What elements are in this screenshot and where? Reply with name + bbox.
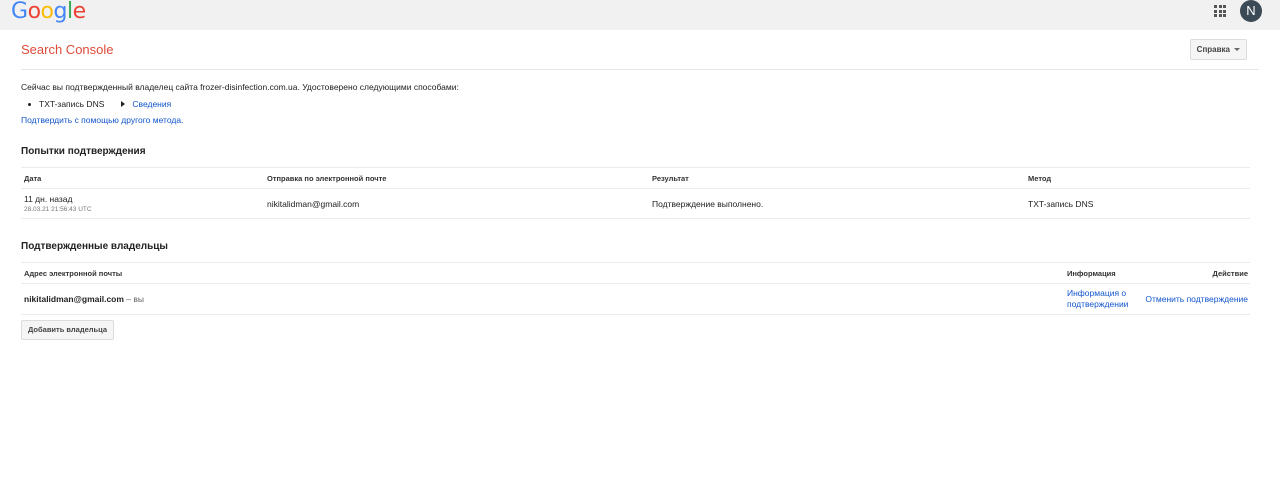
- alternate-method-link[interactable]: Подтвердить с помощью другого метода.: [21, 115, 1250, 125]
- owner-cell: nikitalidman@gmail.com – вы: [24, 294, 144, 304]
- help-button[interactable]: Справка: [1189, 39, 1247, 60]
- expand-triangle-icon[interactable]: [121, 101, 126, 107]
- column-info: Информация: [1067, 268, 1116, 278]
- column-date: Дата: [24, 173, 42, 183]
- owner-you-label: – вы: [123, 294, 144, 304]
- column-action: Действие: [1212, 268, 1248, 278]
- attempt-date-cell: 11 дн. назад 28.03.21 21:56:43 UTC: [24, 194, 92, 213]
- help-button-label: Справка: [1196, 45, 1230, 54]
- details-link[interactable]: Сведения: [132, 99, 171, 109]
- apps-grid-icon[interactable]: [1214, 5, 1226, 17]
- bullet-icon: [28, 102, 31, 106]
- revoke-verification-link[interactable]: Отменить подтверждение: [1145, 294, 1248, 304]
- owners-table: Адрес электронной почты Информация Дейст…: [21, 262, 1250, 315]
- avatar[interactable]: N: [1240, 0, 1262, 22]
- column-owner-email: Адрес электронной почты: [24, 268, 123, 278]
- attempts-heading: Попытки подтверждения: [21, 146, 146, 157]
- verification-info-link[interactable]: Информация о подтверждении: [1067, 288, 1139, 310]
- product-title[interactable]: Search Console: [21, 42, 114, 57]
- column-method: Метод: [1028, 173, 1052, 183]
- attempt-date: 11 дн. назад: [24, 194, 73, 204]
- ownership-status-text: Сейчас вы подтвержденный владелец сайта …: [21, 82, 459, 92]
- column-email: Отправка по электронной почте: [267, 173, 387, 183]
- attempts-table: Дата Отправка по электронной почте Резул…: [21, 167, 1250, 219]
- logo-letter: e: [72, 0, 87, 24]
- attempt-method: TXT-запись DNS: [1028, 198, 1094, 209]
- attempt-email: nikitalidman@gmail.com: [267, 198, 360, 209]
- owners-heading: Подтвержденные владельцы: [21, 241, 168, 252]
- attempt-result: Подтверждение выполнено.: [652, 198, 764, 209]
- chevron-down-icon: [1234, 48, 1240, 51]
- logo-letter: G: [11, 0, 28, 24]
- table-row: nikitalidman@gmail.com – вы Информация о…: [21, 284, 1250, 315]
- table-row: 11 дн. назад 28.03.21 21:56:43 UTC nikit…: [21, 189, 1250, 219]
- top-bar: Google N: [0, 0, 1280, 30]
- attempt-timestamp: 28.03.21 21:56:43 UTC: [24, 206, 92, 213]
- logo-letter: g: [53, 0, 68, 24]
- logo-letter: o: [40, 0, 54, 24]
- column-result: Результат: [652, 173, 689, 183]
- owners-table-header: Адрес электронной почты Информация Дейст…: [21, 262, 1250, 284]
- add-owner-button[interactable]: Добавить владельца: [21, 320, 115, 340]
- attempts-table-header: Дата Отправка по электронной почте Резул…: [21, 167, 1250, 189]
- logo-letter: o: [27, 0, 41, 24]
- verification-method-name: TXT-запись DNS: [39, 99, 105, 109]
- verification-method-item: TXT-запись DNS Сведения: [21, 98, 1250, 110]
- main-content: Сейчас вы подтвержденный владелец сайта …: [21, 81, 1250, 340]
- google-logo[interactable]: Google: [11, 0, 86, 24]
- owner-email: nikitalidman@gmail.com: [24, 294, 124, 304]
- page-header: Search Console Справка: [21, 30, 1259, 70]
